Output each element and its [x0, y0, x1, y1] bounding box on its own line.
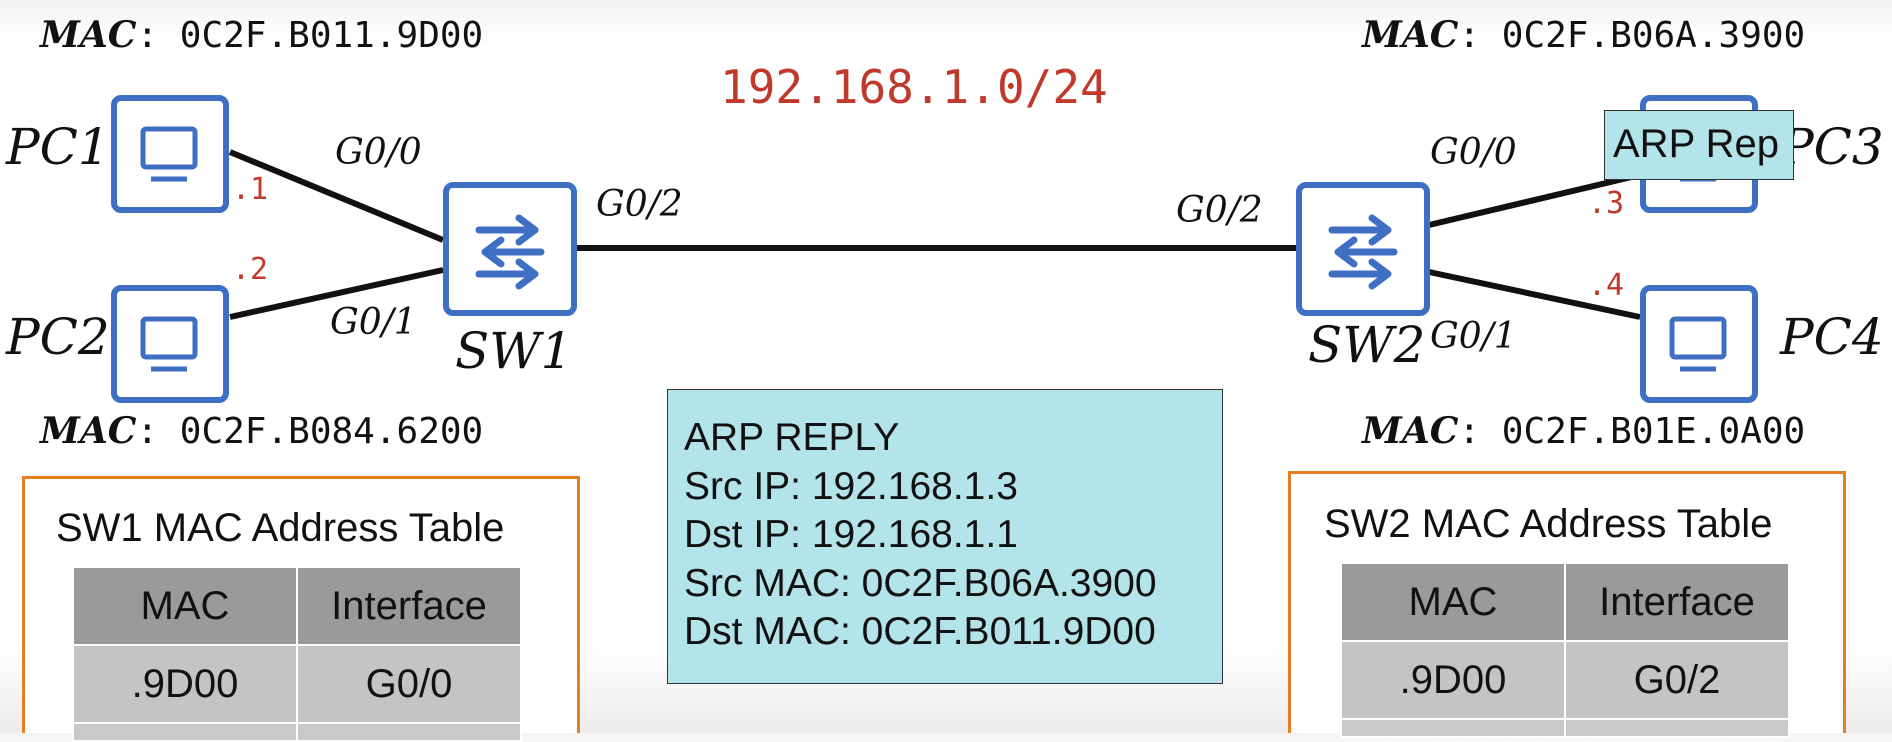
arp-src-mac: Src MAC: 0C2F.B06A.3900	[684, 561, 1157, 605]
arp-reply-frame-tag: ARP Rep	[1604, 110, 1794, 180]
pc3-mac-label: MAC: 0C2F.B06A.3900	[1362, 14, 1806, 56]
col-interface-header: Interface	[296, 566, 522, 646]
sw2-port-g00: G0/0	[1430, 132, 1517, 173]
sw2-port-g01: G0/1	[1430, 316, 1517, 357]
pc1-mac-label: MAC: 0C2F.B011.9D00	[40, 14, 484, 56]
sw2-port-g02: G0/2	[1176, 190, 1263, 231]
pc4-device[interactable]	[1640, 285, 1758, 403]
pc4-mac-label: MAC: 0C2F.B01E.0A00	[1362, 410, 1806, 452]
col-mac-header: MAC	[1340, 562, 1566, 642]
subnet-label: 192.168.1.0/24	[720, 60, 1108, 114]
sw1-port-g01: G0/1	[330, 302, 417, 343]
sw2-mac-table: MAC Interface .9D00 G0/2	[1340, 562, 1790, 738]
cell-interface: G0/0	[296, 644, 522, 724]
arp-reply-box: ARP REPLY Src IP: 192.168.1.3 Dst IP: 19…	[667, 389, 1223, 684]
pc4-ip-suffix: .4	[1588, 268, 1625, 303]
col-interface-header: Interface	[1564, 562, 1790, 642]
table-row-partial	[72, 722, 522, 742]
monitor-icon	[1669, 316, 1727, 372]
pc3-name: PC3	[1780, 118, 1884, 176]
pc1-device[interactable]	[111, 95, 229, 213]
sw1-name: SW1	[455, 322, 573, 380]
pc2-mac-label: MAC: 0C2F.B084.6200	[40, 410, 484, 452]
sw2-mac-table-title: SW2 MAC Address Table	[1324, 502, 1773, 546]
pc1-name: PC1	[6, 118, 110, 176]
pc2-device[interactable]	[111, 285, 229, 403]
sw1-port-g00: G0/0	[335, 132, 422, 173]
sw2-device[interactable]	[1296, 182, 1430, 316]
pc2-name: PC2	[6, 308, 110, 366]
table-row-partial	[1340, 718, 1790, 738]
sw1-device[interactable]	[443, 182, 577, 316]
pc4-name: PC4	[1780, 308, 1884, 366]
arp-dst-mac: Dst MAC: 0C2F.B011.9D00	[684, 610, 1156, 653]
table-row: .9D00 G0/0	[72, 644, 522, 724]
arp-src-ip: Src IP: 192.168.1.3	[684, 464, 1018, 508]
cell-mac: .9D00	[72, 644, 298, 724]
sw1-mac-table-title: SW1 MAC Address Table	[56, 506, 505, 550]
pc3-ip-suffix: .3	[1588, 186, 1625, 221]
arp-dst-ip: Dst IP: 192.168.1.1	[684, 513, 1018, 556]
table-row: .9D00 G0/2	[1340, 640, 1790, 720]
switch-arrows-icon	[1328, 214, 1398, 290]
pc2-ip-suffix: .2	[232, 252, 269, 287]
cell-interface: G0/2	[1564, 640, 1790, 720]
monitor-icon	[140, 316, 198, 372]
pc1-ip-suffix: .1	[232, 172, 269, 207]
sw1-mac-table: MAC Interface .9D00 G0/0	[72, 566, 522, 742]
col-mac-header: MAC	[72, 566, 298, 646]
cell-mac: .9D00	[1340, 640, 1566, 720]
arp-reply-title: ARP REPLY	[684, 416, 900, 459]
switch-arrows-icon	[475, 214, 545, 290]
sw1-port-g02: G0/2	[596, 184, 683, 225]
sw2-name: SW2	[1308, 316, 1426, 374]
monitor-icon	[140, 126, 198, 182]
